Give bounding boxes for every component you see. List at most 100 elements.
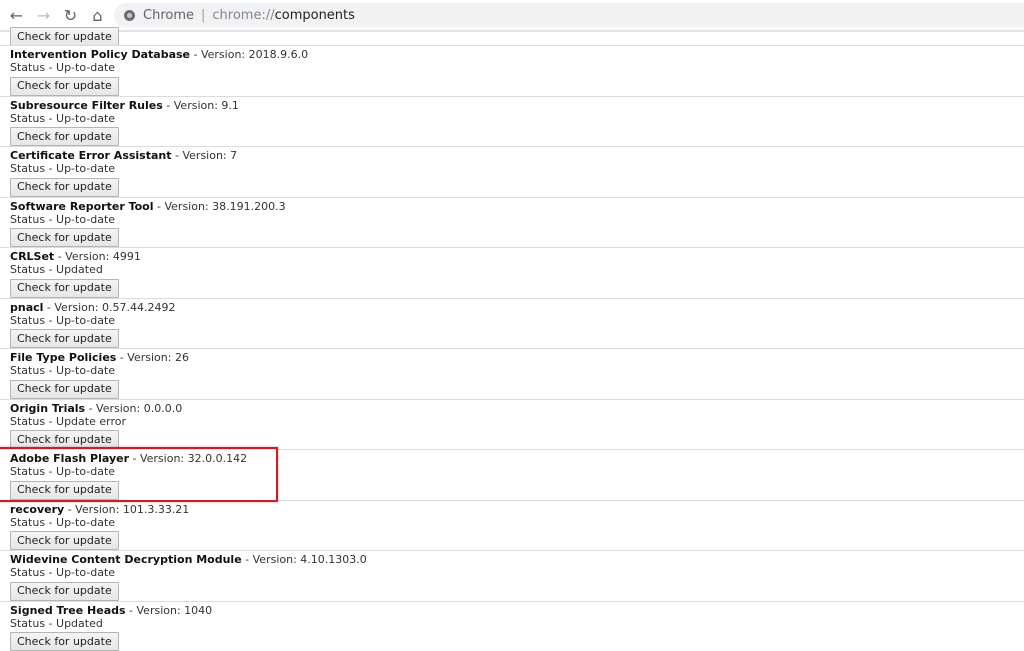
component-status: Up-to-date <box>56 314 115 327</box>
component-version-label: - Version: <box>116 351 175 364</box>
component-header: Adobe Flash Player - Version: 32.0.0.142 <box>10 450 1024 465</box>
status-label: Status - <box>10 162 56 175</box>
component-version: 2018.9.6.0 <box>249 48 308 61</box>
check-for-update-button[interactable]: Check for update <box>10 430 119 449</box>
home-button[interactable]: ⌂ <box>84 0 111 30</box>
status-label: Status - <box>10 314 56 327</box>
component-status: Up-to-date <box>56 566 115 579</box>
component-header: Origin Trials - Version: 0.0.0.0 <box>10 400 1024 415</box>
component-status: Up-to-date <box>56 465 115 478</box>
component-status-line: Status - Up-to-date <box>10 364 1024 377</box>
component-name: Subresource Filter Rules <box>10 99 163 112</box>
component-item: pnacl - Version: 0.57.44.2492Status - Up… <box>0 298 1024 349</box>
component-status-line: Status - Updated <box>10 617 1024 630</box>
component-version-label: - Version: <box>43 301 102 314</box>
component-status-line: Status - Up-to-date <box>10 61 1024 74</box>
components-list: Check for update Intervention Policy Dat… <box>0 32 1024 651</box>
component-header: CRLSet - Version: 4991 <box>10 248 1024 263</box>
check-for-update-button[interactable]: Check for update <box>10 380 119 399</box>
component-version-label: - Version: <box>126 604 185 617</box>
arrow-right-icon: → <box>37 6 50 25</box>
component-item-partial: Check for update <box>0 32 1024 45</box>
component-header: Intervention Policy Database - Version: … <box>10 46 1024 61</box>
component-status-line: Status - Update error <box>10 415 1024 428</box>
component-header: Signed Tree Heads - Version: 1040 <box>10 602 1024 617</box>
status-label: Status - <box>10 263 56 276</box>
check-for-update-button[interactable]: Check for update <box>10 27 119 46</box>
component-name: Intervention Policy Database <box>10 48 190 61</box>
component-name: File Type Policies <box>10 351 116 364</box>
check-for-update-button[interactable]: Check for update <box>10 279 119 298</box>
component-version: 7 <box>230 149 237 162</box>
reload-button[interactable]: ↻ <box>57 0 84 30</box>
component-version: 1040 <box>184 604 212 617</box>
status-label: Status - <box>10 617 56 630</box>
check-for-update-button[interactable]: Check for update <box>10 582 119 601</box>
component-item: Widevine Content Decryption Module - Ver… <box>0 550 1024 601</box>
component-version: 0.0.0.0 <box>144 402 182 415</box>
component-item: Subresource Filter Rules - Version: 9.1S… <box>0 96 1024 147</box>
component-status: Up-to-date <box>56 213 115 226</box>
component-item: Software Reporter Tool - Version: 38.191… <box>0 197 1024 248</box>
component-status: Up-to-date <box>56 162 115 175</box>
component-status: Up-to-date <box>56 516 115 529</box>
component-version-label: - Version: <box>172 149 231 162</box>
component-name: CRLSet <box>10 250 54 263</box>
component-version-label: - Version: <box>85 402 144 415</box>
component-status-line: Status - Up-to-date <box>10 213 1024 226</box>
component-version: 32.0.0.142 <box>188 452 247 465</box>
component-status: Up-to-date <box>56 112 115 125</box>
component-version-label: - Version: <box>129 452 188 465</box>
component-header: recovery - Version: 101.3.33.21 <box>10 501 1024 516</box>
component-item: Adobe Flash Player - Version: 32.0.0.142… <box>0 449 1024 500</box>
check-for-update-button[interactable]: Check for update <box>10 228 119 247</box>
component-header: Certificate Error Assistant - Version: 7 <box>10 147 1024 162</box>
component-name: Software Reporter Tool <box>10 200 154 213</box>
status-label: Status - <box>10 415 56 428</box>
check-for-update-button[interactable]: Check for update <box>10 329 119 348</box>
status-label: Status - <box>10 213 56 226</box>
check-for-update-button[interactable]: Check for update <box>10 127 119 146</box>
component-version: 101.3.33.21 <box>123 503 189 516</box>
component-version: 4991 <box>113 250 141 263</box>
address-bar[interactable]: Chrome | chrome://components <box>114 3 1024 27</box>
check-for-update-button[interactable]: Check for update <box>10 632 119 651</box>
component-item: CRLSet - Version: 4991Status - UpdatedCh… <box>0 247 1024 298</box>
check-for-update-button[interactable]: Check for update <box>10 481 119 500</box>
url-scheme: chrome:// <box>212 8 274 23</box>
status-label: Status - <box>10 516 56 529</box>
component-item: recovery - Version: 101.3.33.21Status - … <box>0 500 1024 551</box>
origin-chip: Chrome <box>143 8 194 23</box>
component-version: 0.57.44.2492 <box>102 301 175 314</box>
component-item: Origin Trials - Version: 0.0.0.0Status -… <box>0 399 1024 450</box>
component-header: File Type Policies - Version: 26 <box>10 349 1024 364</box>
component-version-label: - Version: <box>163 99 222 112</box>
component-version-label: - Version: <box>154 200 213 213</box>
component-name: Adobe Flash Player <box>10 452 129 465</box>
component-item: File Type Policies - Version: 26Status -… <box>0 348 1024 399</box>
check-for-update-button[interactable]: Check for update <box>10 531 119 550</box>
component-status-line: Status - Up-to-date <box>10 566 1024 579</box>
component-name: Widevine Content Decryption Module <box>10 553 242 566</box>
component-name: Signed Tree Heads <box>10 604 126 617</box>
component-name: Certificate Error Assistant <box>10 149 172 162</box>
component-version-label: - Version: <box>54 250 113 263</box>
check-for-update-button[interactable]: Check for update <box>10 178 119 197</box>
component-status: Up-to-date <box>56 364 115 377</box>
browser-toolbar: ← → ↻ ⌂ Chrome | chrome://components <box>0 0 1024 30</box>
component-status: Updated <box>56 617 103 630</box>
back-button[interactable]: ← <box>3 0 30 30</box>
component-name: Origin Trials <box>10 402 85 415</box>
component-name: recovery <box>10 503 64 516</box>
component-status-line: Status - Up-to-date <box>10 516 1024 529</box>
arrow-left-icon: ← <box>10 6 23 25</box>
check-for-update-button[interactable]: Check for update <box>10 77 119 96</box>
forward-button[interactable]: → <box>30 0 57 30</box>
component-header: Software Reporter Tool - Version: 38.191… <box>10 198 1024 213</box>
component-header: Subresource Filter Rules - Version: 9.1 <box>10 97 1024 112</box>
status-label: Status - <box>10 566 56 579</box>
status-label: Status - <box>10 112 56 125</box>
component-item: Intervention Policy Database - Version: … <box>0 45 1024 96</box>
component-header: pnacl - Version: 0.57.44.2492 <box>10 299 1024 314</box>
origin-separator: | <box>201 8 205 23</box>
